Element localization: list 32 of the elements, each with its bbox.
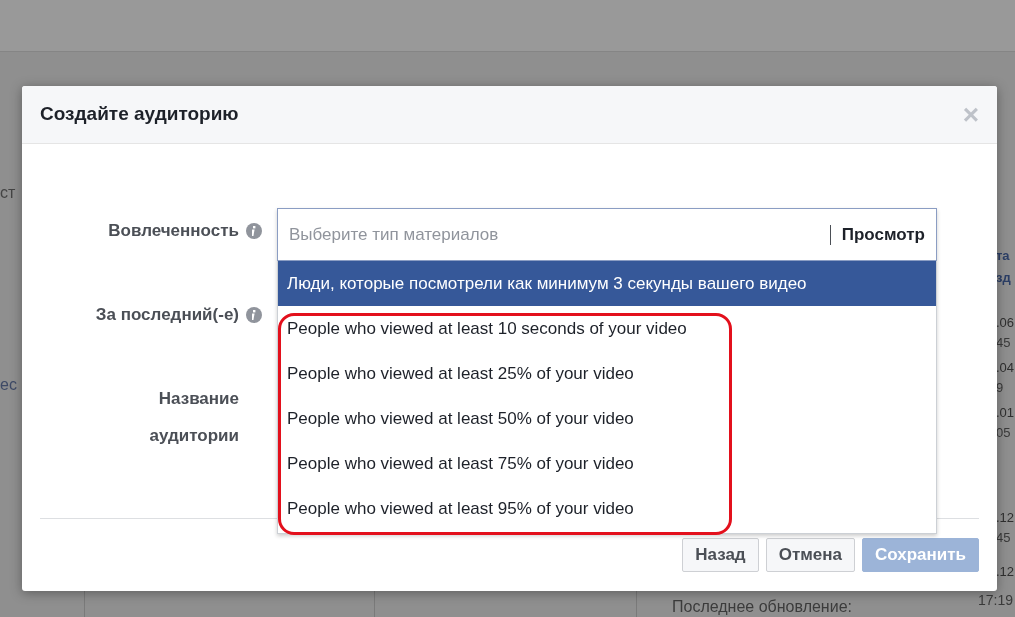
dropdown-option[interactable]: Люди, которые посмотрели как минимум 3 секунды вашего видео: [278, 261, 936, 306]
field-label: За последний(-е): [95, 304, 239, 326]
table-cell-text: 17:19: [978, 591, 1014, 610]
preview-label: Просмотр: [841, 223, 925, 246]
table-cell-text: .12: [996, 563, 1015, 581]
table-cell-text: .04: [996, 359, 1015, 377]
info-icon[interactable]: [246, 223, 262, 239]
background-text: ст: [0, 183, 16, 203]
dropdown-option[interactable]: People who viewed at least 95% of your video: [278, 486, 936, 531]
dropdown-option[interactable]: People who viewed at least 25% of your video: [278, 351, 936, 396]
table-cell-text: 05: [996, 424, 1011, 442]
background-text: ес: [0, 375, 17, 395]
field-label: Название аудитории: [148, 388, 239, 447]
background-text: Последнее обновление:: [672, 598, 852, 615]
table-cell-text: 45: [996, 529, 1011, 547]
column-header: зд: [996, 269, 1011, 287]
table-cell-text: .12: [996, 509, 1015, 527]
info-icon[interactable]: [246, 307, 262, 323]
field-label: Вовлеченность: [108, 220, 239, 242]
dialog-title: Создайте аудиторию: [40, 102, 239, 127]
table-cell-text: .01: [996, 404, 1015, 422]
table-cell-text: 9: [996, 379, 1004, 397]
select-input[interactable]: Выберите тип материалов: [289, 221, 830, 248]
table-cell-text: 45: [996, 334, 1011, 352]
dropdown-option[interactable]: People who viewed at least 50% of your video: [278, 396, 936, 441]
dialog-button[interactable]: Назад: [682, 538, 759, 572]
dropdown-option[interactable]: People who viewed at least 10 seconds of your video: [278, 306, 936, 351]
table-cell-text: .06: [996, 314, 1015, 332]
dialog-button[interactable]: Отмена: [765, 538, 855, 572]
column-header: та: [996, 247, 1010, 265]
select-field[interactable]: Выберите тип материалов Просмотр: [277, 208, 937, 261]
dropdown-option[interactable]: People who viewed at least 75% of your video: [278, 441, 936, 486]
